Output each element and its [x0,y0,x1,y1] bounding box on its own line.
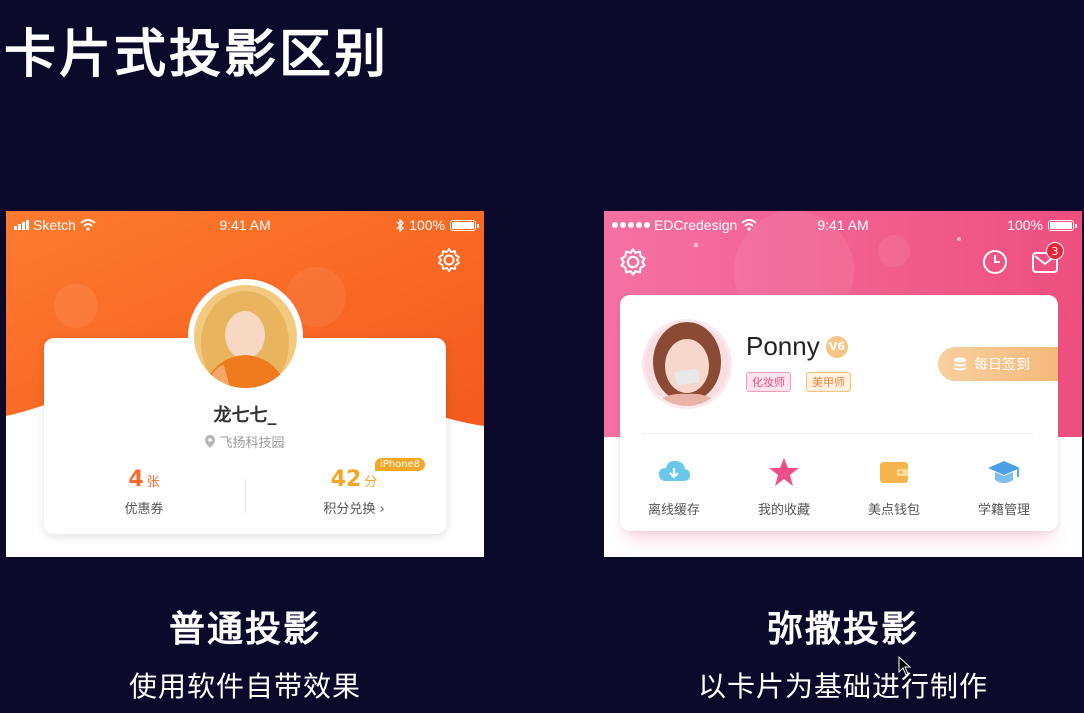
points-unit: 分 [364,475,378,490]
points-count: 42 [330,467,362,492]
daily-checkin-button[interactable]: 每日签到 [938,347,1058,381]
status-bar: Sketch 9:41 AM 100% [6,211,484,237]
normal-shadow-demo: Sketch 9:41 AM 100% 龙七七_ 飞扬科技园 4 张 优惠券 4… [6,211,484,557]
points-stat[interactable]: 42 分 积分兑换 › [274,467,434,517]
coins-icon [954,357,966,371]
graduation-cap-icon [988,461,1020,483]
gear-icon[interactable] [618,247,648,277]
profile-location: 飞扬科技园 [6,432,484,451]
profile-name: Ponny [746,331,820,361]
battery-percent: 100% [409,217,445,233]
checkin-label: 每日签到 [974,357,1030,373]
star-icon [769,458,799,486]
gear-icon[interactable] [436,247,462,273]
slide-title: 卡片式投影区别 [4,25,390,85]
bluetooth-icon [396,218,405,232]
menu-label: 离线缓存 [647,503,700,518]
menu-item-favorites[interactable]: 我的收藏 [736,455,832,518]
menu-item-student-records[interactable]: 学籍管理 [956,455,1052,518]
cloud-download-icon [659,460,690,481]
avatar[interactable] [188,279,303,394]
menu-label: 美点钱包 [867,503,920,518]
menu-item-offline-cache[interactable]: 离线缓存 [626,455,722,518]
level-badge: V6 [826,336,848,358]
profession-tag: 美甲师 [806,372,851,392]
coupon-unit: 张 [146,475,160,490]
avatar[interactable] [642,319,732,409]
coupon-stat[interactable]: 4张 优惠券 [64,467,224,517]
wallet-icon [880,462,908,483]
menu-label: 学籍管理 [977,503,1030,518]
diffuse-shadow-title: 弥撒投影 [766,609,919,650]
points-label: 积分兑换 › [323,502,385,517]
menu-item-wallet[interactable]: 美点钱包 [846,455,942,518]
promo-badge: iPhone8 [375,458,426,471]
status-bar: EDCredesign 9:41 AM 100% [604,211,1082,237]
battery-icon [450,219,479,231]
diffuse-shadow-demo: EDCredesign 9:41 AM 100% 3 Ponny V6 化妆师 … [604,211,1082,557]
menu-label: 我的收藏 [757,503,810,518]
diffuse-shadow-subtitle: 以卡片为基础进行制作 [697,670,988,703]
normal-shadow-title: 普通投影 [168,609,321,650]
mail-count-badge: 3 [1046,242,1064,260]
profession-tag: 化妆师 [746,372,791,392]
normal-shadow-subtitle: 使用软件自带效果 [128,670,361,703]
coupon-count: 4 [128,467,144,492]
stat-divider [245,479,246,513]
clock-icon[interactable] [980,247,1010,277]
mouse-cursor-icon [898,656,912,676]
location-pin-icon [205,435,216,448]
profile-name: 龙七七_ [213,405,277,426]
location-text: 飞扬科技园 [219,436,285,451]
card-divider [642,433,1034,434]
battery-icon [1048,219,1077,231]
coupon-label: 优惠券 [124,502,164,517]
battery-percent: 100% [1007,217,1043,233]
